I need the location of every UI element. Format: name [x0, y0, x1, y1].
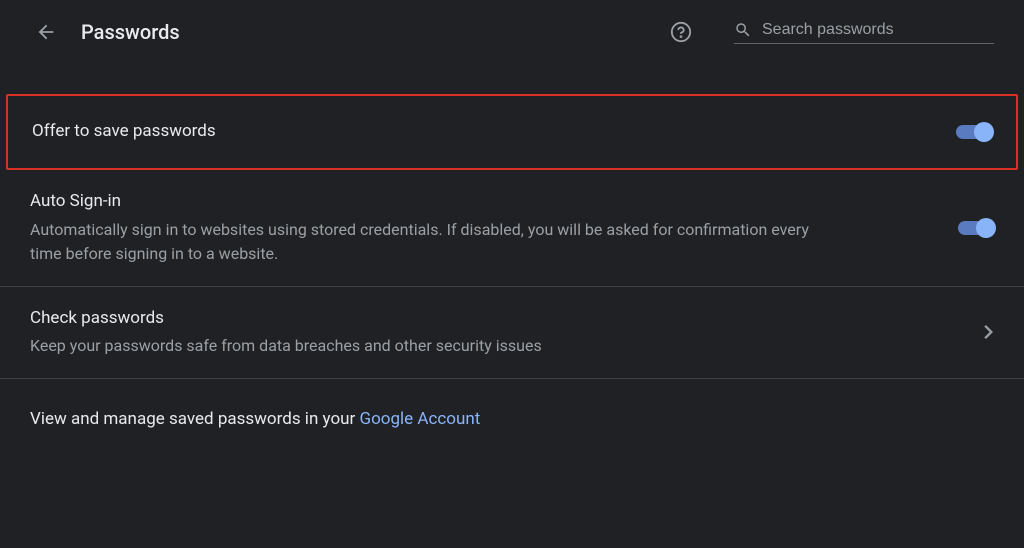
header: Passwords	[0, 0, 1024, 64]
manage-passwords-note: View and manage saved passwords in your …	[0, 379, 1024, 459]
offer-save-passwords-title: Offer to save passwords	[32, 120, 940, 144]
search-icon	[734, 21, 752, 39]
auto-signin-toggle[interactable]	[958, 221, 994, 235]
page-title: Passwords	[81, 20, 180, 44]
check-passwords-row[interactable]: Check passwords Keep your passwords safe…	[0, 287, 1024, 380]
offer-save-passwords-row: Offer to save passwords	[6, 94, 1018, 170]
chevron-right-icon	[984, 325, 994, 339]
manage-passwords-text: View and manage saved passwords in your	[30, 409, 360, 429]
auto-signin-title: Auto Sign-in	[30, 190, 942, 214]
offer-save-passwords-toggle[interactable]	[956, 125, 992, 139]
help-button[interactable]	[670, 21, 692, 43]
auto-signin-row: Auto Sign-in Automatically sign in to we…	[0, 170, 1024, 287]
settings-list: Offer to save passwords Auto Sign-in Aut…	[0, 94, 1024, 459]
search-input[interactable]	[762, 21, 982, 39]
check-passwords-desc: Keep your passwords safe from data breac…	[30, 334, 830, 358]
help-icon	[670, 21, 692, 43]
toggle-knob	[974, 122, 994, 142]
back-button[interactable]	[35, 21, 57, 43]
arrow-left-icon	[35, 21, 57, 43]
auto-signin-desc: Automatically sign in to websites using …	[30, 218, 830, 266]
check-passwords-title: Check passwords	[30, 307, 968, 331]
search-field[interactable]	[734, 21, 994, 44]
toggle-knob	[976, 218, 996, 238]
google-account-link[interactable]: Google Account	[360, 409, 481, 429]
